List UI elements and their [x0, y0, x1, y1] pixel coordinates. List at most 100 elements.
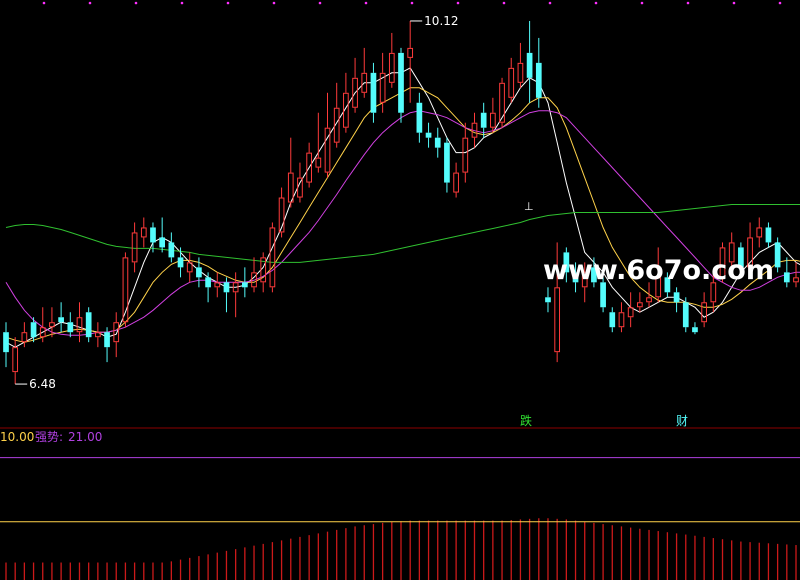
candle: [407, 20, 414, 103]
candle: [131, 222, 138, 273]
candle: [444, 137, 450, 193]
candle-body-up: [140, 227, 147, 238]
candlestick-series: [3, 20, 799, 385]
top-dot: [318, 1, 322, 5]
candle-body-up: [388, 52, 395, 83]
candle: [269, 222, 276, 293]
candle-body-down: [444, 142, 450, 183]
indicator-panel: [0, 457, 800, 580]
ma-line-ma20: [5, 110, 800, 336]
top-dot: [410, 1, 414, 5]
annotation-marker: ⊥: [524, 200, 534, 213]
top-dot: [732, 1, 736, 5]
top-dot: [456, 1, 460, 5]
candle: [388, 32, 395, 88]
candle-body-down: [600, 282, 606, 308]
candle: [260, 252, 267, 293]
candle-body-up: [618, 312, 625, 328]
candle-body-down: [67, 322, 74, 333]
top-dot: [686, 1, 690, 5]
indicator-strength-value: 21.00: [68, 430, 102, 444]
candle: [517, 42, 524, 88]
candle: [774, 237, 781, 273]
candle-body-down: [692, 327, 698, 333]
price-labels: 10.12 6.48 跌 财 ⊥: [15, 14, 688, 428]
ma-line-ma10: [5, 87, 800, 343]
candle-body-up: [287, 172, 294, 203]
candle-body-up: [462, 137, 469, 173]
candle: [39, 307, 46, 343]
candle: [67, 312, 74, 338]
candle-body-down: [416, 102, 423, 133]
candle-body-up: [453, 172, 459, 193]
candle-body-down: [150, 227, 156, 243]
candle: [370, 62, 377, 123]
top-dot: [88, 1, 92, 5]
candle: [85, 307, 92, 343]
candle: [692, 322, 698, 335]
top-dot: [134, 1, 138, 5]
low-price-label: 6.48: [29, 377, 56, 391]
top-dot: [502, 1, 506, 5]
candle: [159, 217, 166, 253]
top-dot: [180, 1, 184, 5]
candle: [361, 47, 368, 98]
candle-body-down: [196, 267, 202, 278]
candle-body-down: [434, 137, 441, 148]
candle: [636, 292, 643, 313]
candle-body-up: [517, 62, 524, 83]
top-dot: [640, 1, 644, 5]
candle-body-down: [370, 72, 377, 113]
candle: [783, 257, 790, 288]
candle-body-down: [177, 257, 184, 268]
candle: [416, 92, 423, 143]
candle: [453, 162, 459, 198]
top-dot: [548, 1, 552, 5]
candle-body-down: [545, 297, 551, 303]
candle-body-up: [21, 332, 28, 343]
candle: [627, 292, 634, 328]
candle-body-down: [480, 112, 487, 128]
candle-body-down: [241, 282, 248, 288]
candle: [287, 137, 294, 208]
indicator-strength-label: 强势:: [35, 430, 63, 444]
candle-body-up: [793, 277, 799, 283]
annotation-finance-label: 财: [676, 414, 688, 428]
candle: [241, 267, 248, 298]
candle-body-up: [315, 157, 322, 168]
candle: [223, 277, 230, 313]
candle: [673, 287, 680, 313]
candle-body-down: [159, 237, 166, 248]
candle: [526, 20, 533, 103]
candle-body-up: [113, 322, 120, 343]
annotation-down-label: 跌: [520, 413, 532, 428]
top-dot: [226, 1, 230, 5]
candle-body-down: [104, 332, 110, 348]
candle: [793, 262, 799, 288]
candle: [186, 252, 193, 283]
candle-body-up: [490, 112, 496, 128]
candle-body-down: [30, 322, 37, 338]
candle: [682, 297, 689, 333]
candle: [609, 307, 616, 333]
candle: [104, 327, 110, 363]
candle-body-up: [701, 302, 707, 323]
candle-body-down: [58, 317, 64, 323]
candle-body-down: [783, 272, 790, 283]
candle: [58, 302, 64, 333]
candle-body-down: [223, 282, 230, 293]
candle: [3, 322, 9, 368]
candle: [205, 272, 211, 303]
candle: [352, 57, 358, 113]
top-dot: [364, 1, 368, 5]
candle-body-down: [609, 312, 616, 328]
candle-body-up: [131, 232, 138, 263]
candle: [333, 82, 340, 148]
top-dot: [594, 1, 598, 5]
candle-body-up: [646, 297, 652, 303]
candle: [508, 57, 515, 103]
candle: [425, 122, 432, 148]
candle-body-down: [774, 242, 781, 268]
candle-body-up: [499, 82, 505, 123]
high-price-label: 10.12: [424, 14, 458, 28]
